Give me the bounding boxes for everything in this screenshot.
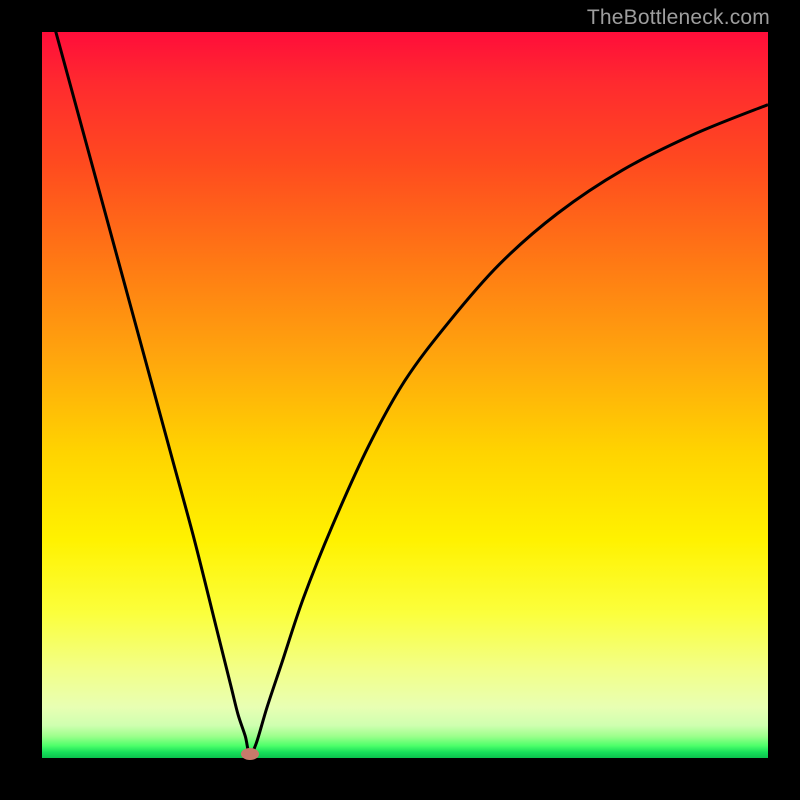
minimum-point-marker — [241, 748, 259, 760]
plot-area — [42, 32, 768, 758]
chart-frame: TheBottleneck.com — [0, 0, 800, 800]
bottleneck-curve — [42, 32, 768, 755]
watermark-text: TheBottleneck.com — [587, 6, 770, 30]
curve-layer — [42, 32, 768, 758]
